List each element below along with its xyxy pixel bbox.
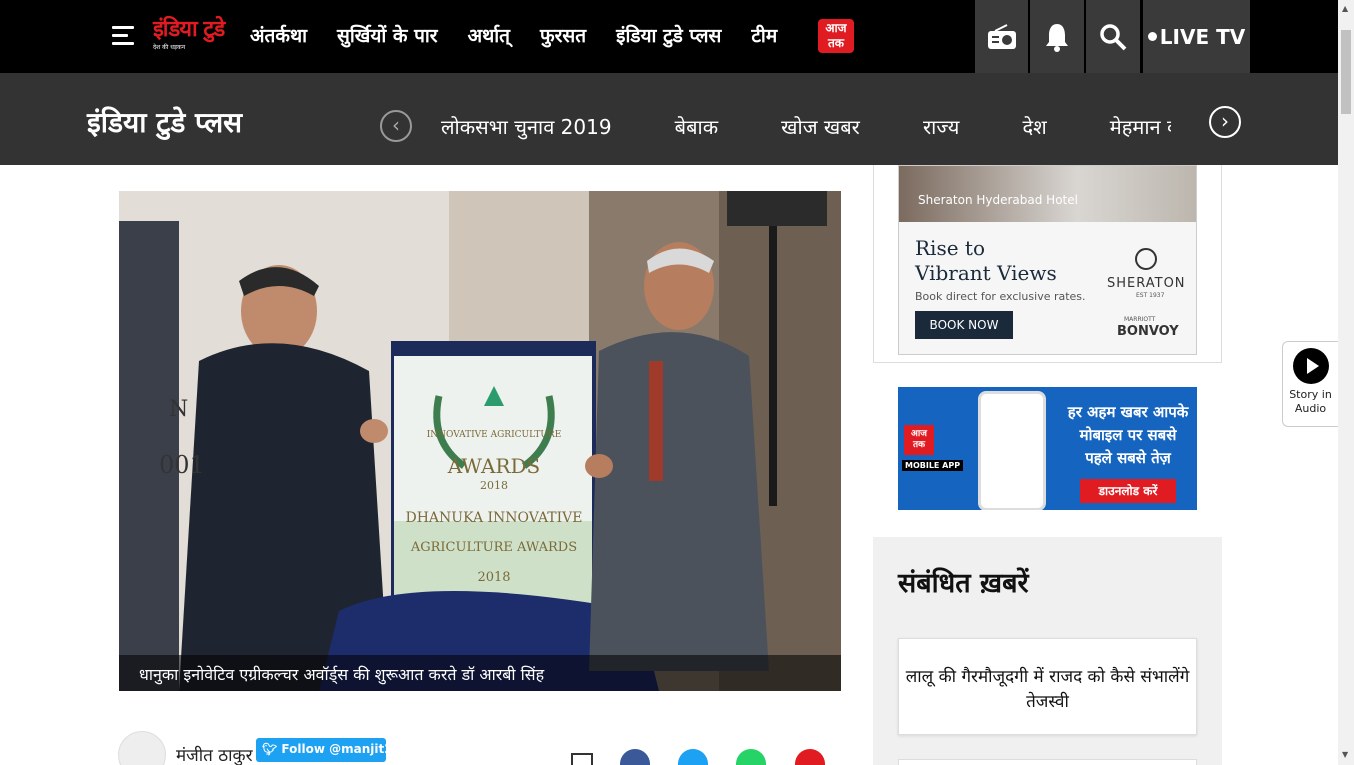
board-line-4: DHANUKA INNOVATIVE xyxy=(405,510,582,526)
page: इंडिया टुडे देश की धड़कन अंतर्कथा सुर्खि… xyxy=(0,0,1354,765)
book-now-button[interactable]: BOOK NOW xyxy=(915,311,1013,339)
mobile-app-tag: MOBILE APP xyxy=(902,460,964,471)
scrollbar-thumb[interactable] xyxy=(1341,30,1351,114)
live-tv-label: LIVE TV xyxy=(1159,24,1246,49)
play-icon xyxy=(1292,348,1329,384)
scroll-up-arrow-icon[interactable]: ▲ xyxy=(1342,4,1348,13)
article-hero-image: INNOVATIVE AGRICULTURE AWARDS 2018 DHANU… xyxy=(119,191,841,691)
board-line-6: 2018 xyxy=(477,570,510,585)
india-today-logo[interactable]: इंडिया टुडे देश की धड़कन xyxy=(153,18,225,60)
mail-share-icon[interactable] xyxy=(795,749,825,765)
notification-button[interactable] xyxy=(1030,0,1084,73)
ad-subtext: Book direct for exclusive rates. xyxy=(915,290,1086,303)
bonvoy-brand: BONVOY xyxy=(1117,324,1179,339)
ad-headline-line-1: Rise to xyxy=(915,236,985,260)
svg-text:001: 001 xyxy=(159,451,205,479)
hamburger-menu-icon[interactable] xyxy=(112,26,134,48)
nav-link-surkhiyon-ke-paar[interactable]: सुर्खियों के पार xyxy=(337,22,438,48)
follow-label: Follow @manjit2007 xyxy=(281,742,418,756)
section-title[interactable]: इंडिया टुडे प्लस xyxy=(87,103,242,141)
app-ad-text: हर अहम खबर आपके मोबाइल पर सबसे पहले सबसे… xyxy=(1067,403,1189,467)
audio-label-line-1: Story in xyxy=(1289,388,1332,401)
related-news: संबंधित ख़बरें लालू की गैरमौजूदगी में रा… xyxy=(873,537,1222,765)
board-line-3: 2018 xyxy=(480,479,508,492)
board-line-2: AWARDS xyxy=(447,454,540,478)
logo-wordmark: इंडिया टुडे xyxy=(153,17,225,42)
nav-link-arthat[interactable]: अर्थात् xyxy=(468,22,510,48)
marriott-label: MARRIOTT xyxy=(1124,316,1156,323)
search-icon xyxy=(1100,23,1127,50)
logo-tagline: देश की धड़कन xyxy=(153,44,186,51)
facebook-share-icon[interactable] xyxy=(620,749,650,765)
author-name[interactable]: मंजीत ठाकुर xyxy=(176,743,253,765)
image-caption: धानुका इनोवेटिव एग्रीकल्चर अवॉर्ड्स की श… xyxy=(119,655,841,691)
nav-link-team[interactable]: टीम xyxy=(751,22,777,48)
section-link-rajya[interactable]: राज्य xyxy=(923,115,959,139)
top-navbar: इंडिया टुडे देश की धड़कन अंतर्कथा सुर्खि… xyxy=(0,0,1338,73)
sheraton-brand: SHERATON xyxy=(1107,276,1186,291)
chevron-left-icon[interactable]: ‹ xyxy=(380,110,412,142)
board-line-1: INNOVATIVE AGRICULTURE xyxy=(427,430,562,440)
section-link-khoj-khabar[interactable]: खोज खबर xyxy=(781,115,860,139)
main-nav: अंतर्कथा सुर्खियों के पार अर्थात् फुरसत … xyxy=(250,22,807,48)
section-link-bebak[interactable]: बेबाक xyxy=(675,115,718,139)
nav-link-india-today-plus[interactable]: इंडिया टुडे प्लस xyxy=(616,22,721,48)
aajtak-app-logo: आज तक xyxy=(904,425,934,455)
search-button[interactable] xyxy=(1086,0,1140,73)
download-button[interactable]: डाउनलोड करें xyxy=(1080,479,1176,503)
section-link-desh[interactable]: देश xyxy=(1022,115,1046,139)
twitter-bird-icon: 🐦︎ xyxy=(262,742,282,756)
ad-headline: Rise to Vibrant Views xyxy=(915,236,1057,286)
radio-icon xyxy=(987,23,1016,49)
sheraton-ad[interactable]: Sheraton Hyderabad Hotel Rise to Vibrant … xyxy=(898,165,1197,355)
board-line-5: AGRICULTURE AWARDS xyxy=(410,540,577,555)
bell-icon xyxy=(1046,23,1068,52)
phone-image xyxy=(978,391,1046,510)
live-tv-button[interactable]: LIVE TV xyxy=(1143,0,1250,73)
nav-link-fursat[interactable]: फुरसत xyxy=(540,22,586,48)
section-links: लोकसभा चुनाव 2019 बेबाक खोज खबर राज्य दे… xyxy=(441,113,1171,140)
scroll-down-arrow-icon[interactable]: ▼ xyxy=(1342,750,1348,759)
svg-text:N: N xyxy=(169,397,188,422)
aajtak-app-ad[interactable]: आज तक MOBILE APP हर अहम खबर आपके मोबाइल … xyxy=(898,387,1197,510)
bookmark-icon[interactable] xyxy=(571,753,593,765)
twitter-share-icon[interactable] xyxy=(678,749,708,765)
audio-label: Story in Audio xyxy=(1283,388,1338,416)
section-link-mehman[interactable]: मेहमान का प xyxy=(1110,115,1171,139)
chevron-right-icon[interactable]: › xyxy=(1209,106,1241,138)
related-heading: संबंधित ख़बरें xyxy=(898,568,1029,599)
whatsapp-share-icon[interactable] xyxy=(736,749,766,765)
sheraton-emblem-icon xyxy=(1135,248,1157,270)
audio-label-line-2: Audio xyxy=(1294,402,1327,415)
radio-button[interactable] xyxy=(975,0,1028,73)
story-audio-widget[interactable]: Story in Audio xyxy=(1282,341,1338,427)
nav-link-antarkatha[interactable]: अंतर्कथा xyxy=(250,22,307,48)
ad-headline-line-2: Vibrant Views xyxy=(915,261,1057,285)
twitter-follow-button[interactable]: 🐦︎ Follow @manjit2007 xyxy=(256,738,418,762)
aajtak-logo[interactable]: आज तक xyxy=(818,19,854,53)
section-link-loksabha[interactable]: लोकसभा चुनाव 2019 xyxy=(441,115,612,139)
author-avatar[interactable] xyxy=(118,731,166,765)
hero-photo: INNOVATIVE AGRICULTURE AWARDS 2018 DHANU… xyxy=(119,191,841,691)
related-item[interactable]: लालू की गैरमौजूदगी में राजद को कैसे संभा… xyxy=(898,638,1197,735)
page-scrollbar[interactable]: ▲ ▼ xyxy=(1338,0,1354,765)
live-dot-icon xyxy=(1147,32,1157,41)
ad-hotel-name: Sheraton Hyderabad Hotel xyxy=(918,193,1078,207)
related-item-next[interactable] xyxy=(898,759,1197,765)
sheraton-est: EST 1937 xyxy=(1136,292,1165,299)
